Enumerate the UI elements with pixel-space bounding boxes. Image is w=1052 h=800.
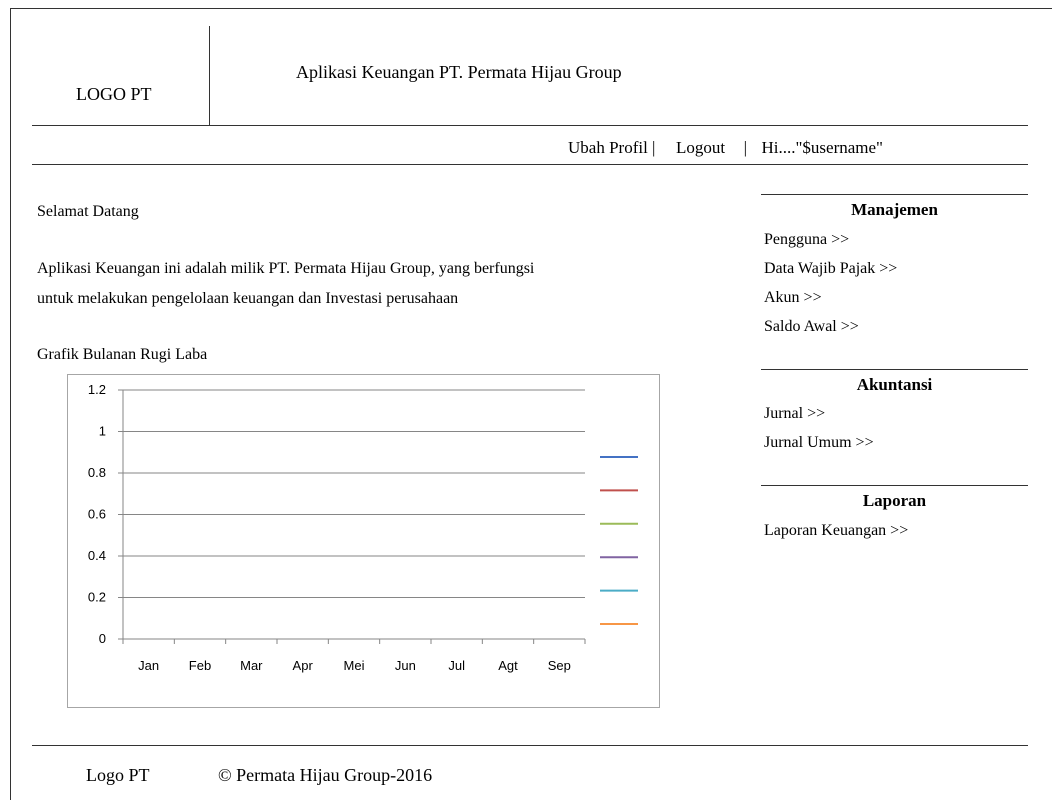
y-tick-label: 0.2 bbox=[88, 590, 106, 605]
x-tick-label: Apr bbox=[293, 658, 314, 673]
x-tick-label: Mar bbox=[240, 658, 263, 673]
y-tick-label: 1.2 bbox=[88, 382, 106, 397]
sidebar-item-jurnal-umum[interactable]: Jurnal Umum >> bbox=[764, 434, 874, 452]
profit-loss-chart: 0 0.2 0.4 0.6 0.8 1 1.2 Jan Feb Mar Apr Mei Jun Jul Ag… bbox=[67, 374, 660, 708]
top-nav: Ubah Profil | Logout | Hi...."$username" bbox=[568, 138, 883, 158]
x-tick-label: Jan bbox=[138, 658, 159, 673]
y-tick-label: 0 bbox=[99, 631, 106, 646]
x-tick-label: Jun bbox=[395, 658, 416, 673]
x-tick-label: Jul bbox=[448, 658, 465, 673]
sidebar-heading-laporan: Laporan bbox=[862, 491, 927, 510]
sidebar-rule-laporan bbox=[761, 485, 1028, 486]
x-tick-label: Mei bbox=[344, 658, 365, 673]
nav-separator: | bbox=[743, 138, 747, 157]
footer-copyright: © Permata Hijau Group-2016 bbox=[218, 765, 433, 785]
sidebar-item-pengguna[interactable]: Pengguna >> bbox=[764, 231, 849, 249]
chart-title: Grafik Bulanan Rugi Laba bbox=[37, 346, 208, 363]
sidebar-item-saldo-awal[interactable]: Saldo Awal >> bbox=[764, 318, 859, 336]
sidebar-rule-akuntansi bbox=[761, 369, 1028, 370]
welcome-heading: Selamat Datang bbox=[37, 203, 139, 220]
sidebar-heading-akuntansi: Akuntansi bbox=[856, 375, 933, 394]
nav-separator: | bbox=[652, 138, 656, 157]
header-rule bbox=[32, 125, 1028, 126]
logout-link[interactable]: Logout bbox=[676, 138, 725, 157]
y-tick-label: 1 bbox=[99, 424, 106, 439]
y-tick-label: 0.6 bbox=[88, 507, 106, 522]
sidebar-rule-manajemen bbox=[761, 194, 1028, 195]
x-tick-label: Feb bbox=[189, 658, 211, 673]
app-description-line2: untuk melakukan pengelolaan keuangan dan… bbox=[37, 290, 459, 307]
y-tick-label: 0.4 bbox=[88, 548, 106, 563]
nav-rule bbox=[32, 164, 1028, 165]
x-tick-label: Sep bbox=[548, 658, 571, 673]
app-title: Aplikasi Keuangan PT. Permata Hijau Grou… bbox=[296, 62, 622, 82]
header-divider bbox=[209, 26, 210, 125]
sidebar-item-data-wajib-pajak[interactable]: Data Wajib Pajak >> bbox=[764, 260, 897, 278]
y-tick-label: 0.8 bbox=[88, 465, 106, 480]
x-tick-label: Agt bbox=[498, 658, 518, 673]
ubah-profil-link[interactable]: Ubah Profil bbox=[568, 138, 648, 157]
sidebar-item-laporan-keuangan[interactable]: Laporan Keuangan >> bbox=[764, 522, 908, 540]
sidebar-item-akun[interactable]: Akun >> bbox=[764, 289, 822, 307]
footer-logo: Logo PT bbox=[86, 765, 150, 785]
chart-canvas: 0 0.2 0.4 0.6 0.8 1 1.2 Jan Feb Mar Apr Mei Jun Jul Ag… bbox=[88, 382, 638, 673]
footer-rule bbox=[32, 745, 1028, 746]
sidebar-item-jurnal[interactable]: Jurnal >> bbox=[764, 405, 825, 423]
sidebar-heading-manajemen: Manajemen bbox=[851, 200, 938, 219]
user-greeting: Hi...."$username" bbox=[761, 138, 883, 157]
app-description-line1: Aplikasi Keuangan ini adalah milik PT. P… bbox=[37, 260, 535, 277]
logo: LOGO PT bbox=[76, 84, 152, 104]
